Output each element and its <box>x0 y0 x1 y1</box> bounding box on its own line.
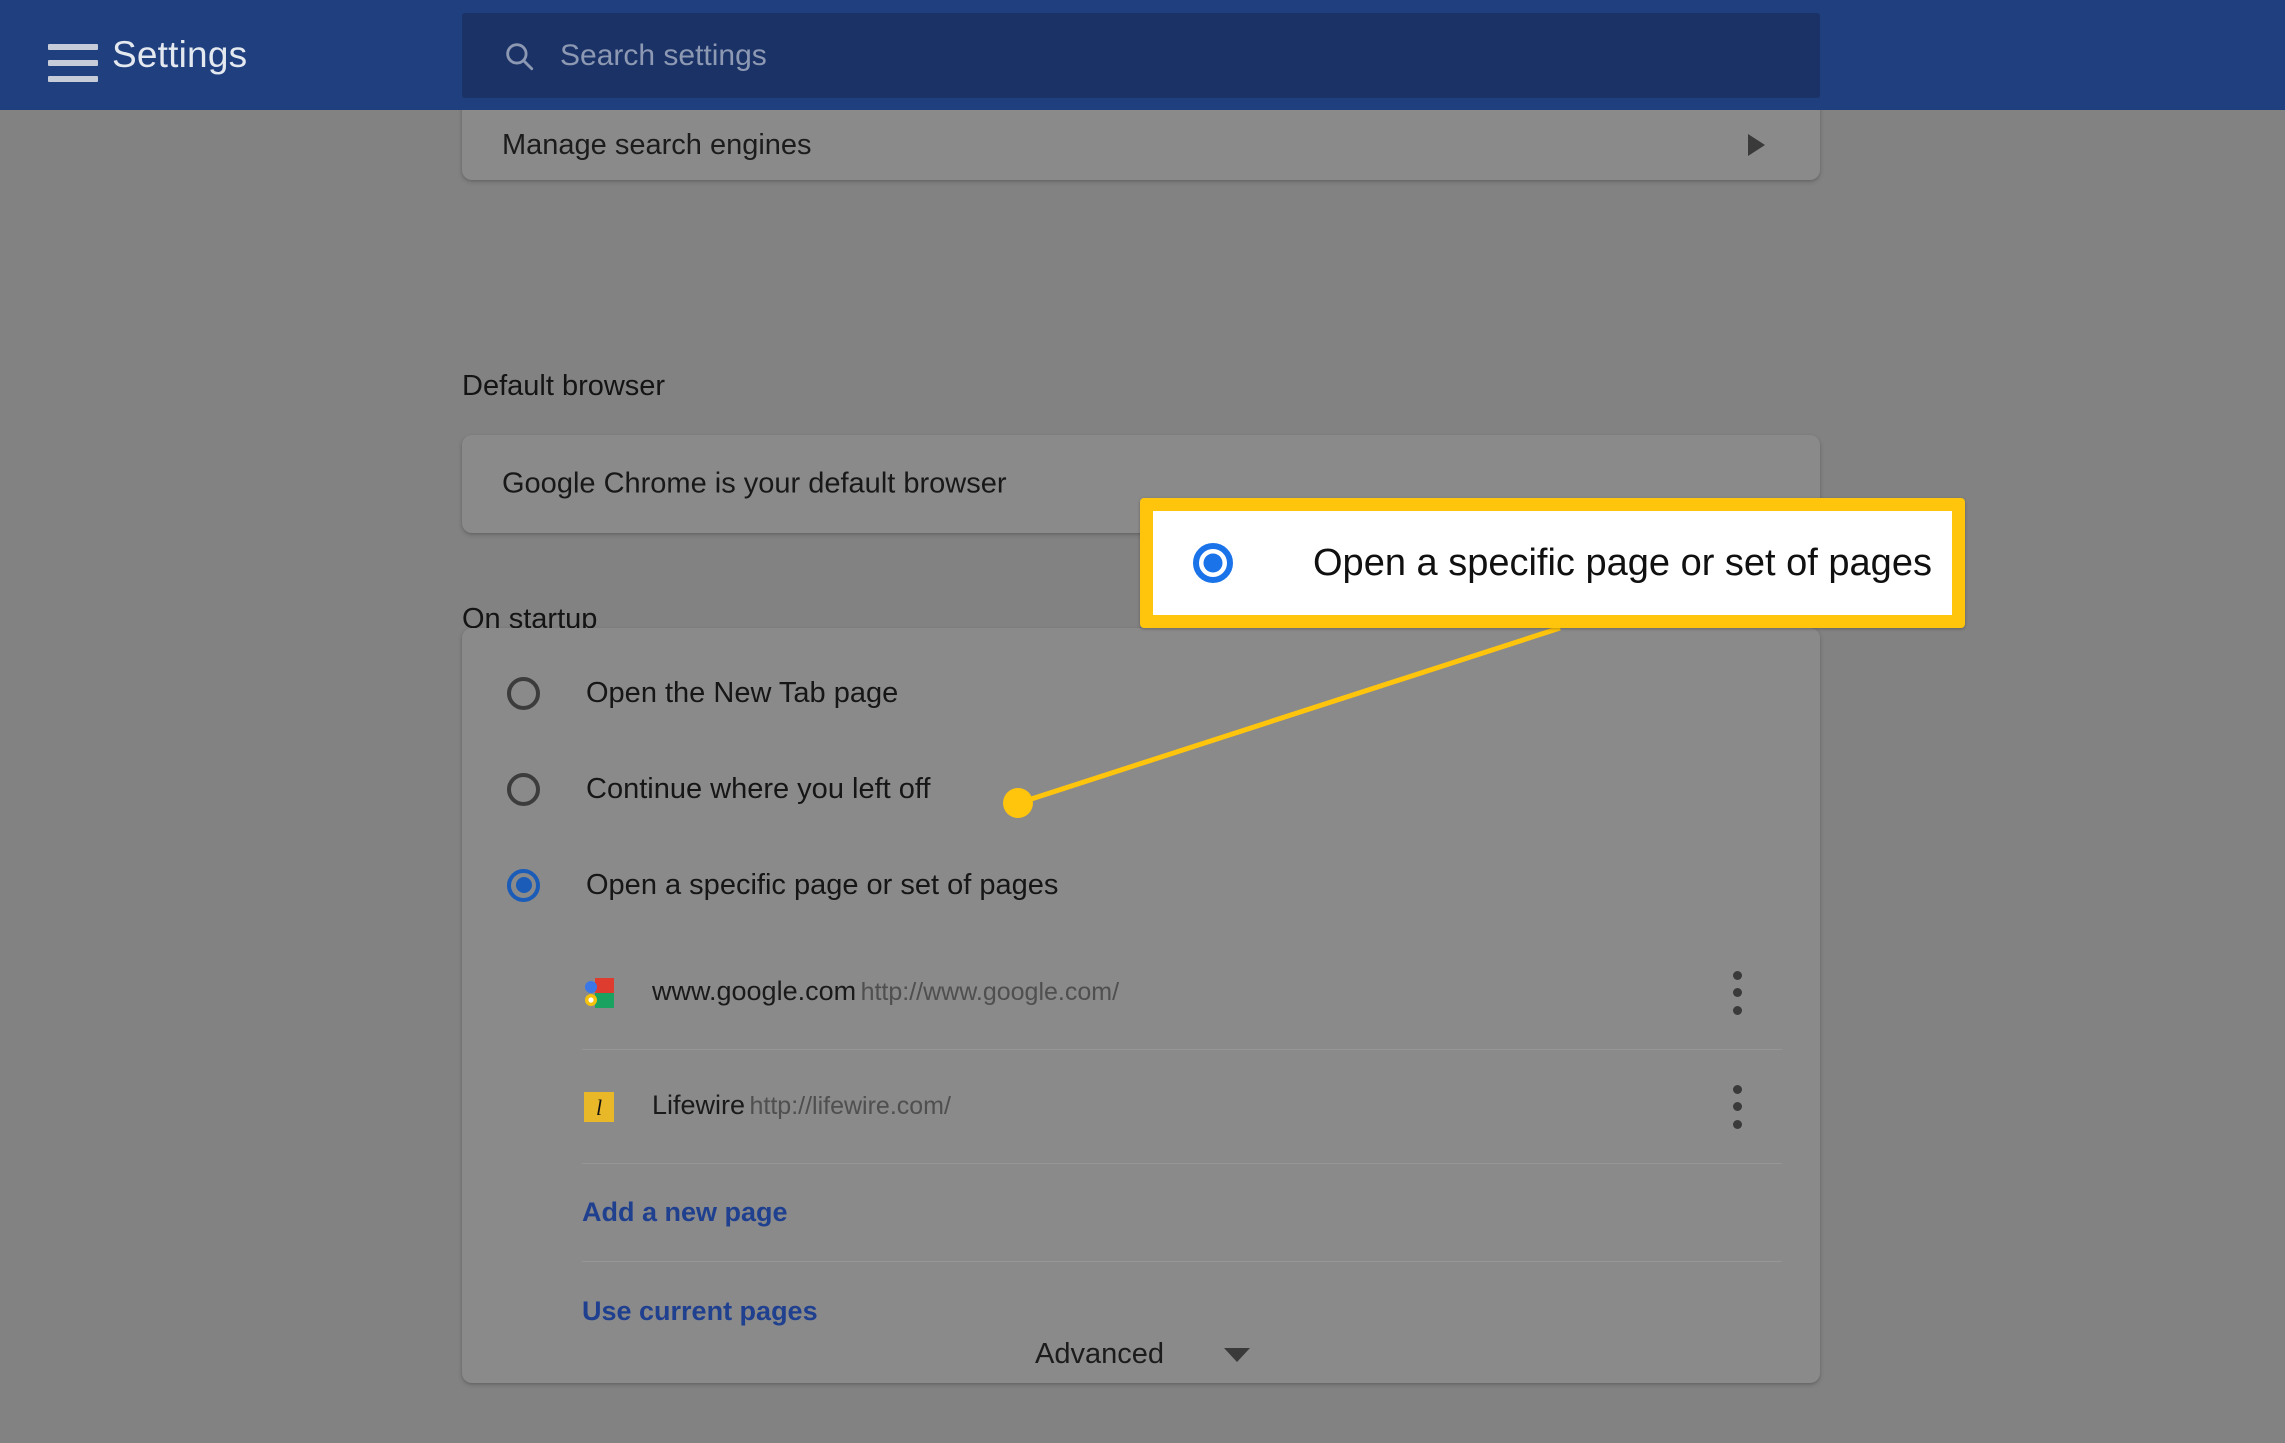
search-input[interactable]: Search settings <box>462 13 1820 98</box>
annotation-callout-inner: Open a specific page or set of pages <box>1153 511 1952 615</box>
manage-search-engines-row[interactable]: Manage search engines <box>462 110 1820 180</box>
list-item[interactable]: l Lifewire http://lifewire.com/ <box>582 1050 1782 1164</box>
list-item[interactable]: www.google.com http://www.google.com/ <box>582 936 1782 1050</box>
startup-option-continue[interactable]: Continue where you left off <box>462 754 1820 824</box>
list-item-texts: Lifewire http://lifewire.com/ <box>652 1089 951 1124</box>
kebab-dot <box>1732 1102 1742 1111</box>
kebab-dot <box>1732 1119 1742 1129</box>
kebab-dot <box>1732 988 1742 997</box>
svg-text:l: l <box>596 1095 602 1120</box>
startup-option-new-tab[interactable]: Open the New Tab page <box>462 658 1820 728</box>
page-url-text: http://lifewire.com/ <box>749 1092 951 1121</box>
default-browser-heading: Default browser <box>462 370 666 402</box>
page-title-text: www.google.com <box>652 976 857 1007</box>
radio-selected-icon <box>1193 543 1233 583</box>
search-placeholder: Search settings <box>560 38 767 72</box>
radio-unselected-icon[interactable] <box>507 676 540 710</box>
list-item-texts: www.google.com http://www.google.com/ <box>652 975 1119 1010</box>
app-header: Settings Search settings <box>0 0 2285 110</box>
settings-content: Manage search engines Default browser Go… <box>0 110 2285 1443</box>
startup-option-label: Open a specific page or set of pages <box>586 868 1059 901</box>
startup-page-list: www.google.com http://www.google.com/ l <box>582 936 1782 1360</box>
startup-option-label: Open the New Tab page <box>586 676 899 709</box>
page-title-text: Lifewire <box>652 1090 746 1121</box>
hamburger-line <box>48 44 98 50</box>
search-icon <box>502 39 536 73</box>
chevron-down-icon <box>1224 1347 1250 1362</box>
kebab-dot <box>1732 1084 1742 1094</box>
add-a-new-page-button[interactable]: Add a new page <box>582 1164 1782 1262</box>
annotation-callout: Open a specific page or set of pages <box>1140 498 1965 628</box>
page-title: Settings <box>112 34 248 75</box>
startup-option-specific-page[interactable]: Open a specific page or set of pages <box>462 850 1820 920</box>
lifewire-favicon: l <box>582 1090 616 1124</box>
on-startup-card: Open the New Tab page Continue where you… <box>462 628 1820 1383</box>
more-vertical-icon[interactable] <box>1720 970 1754 1015</box>
default-browser-status: Google Chrome is your default browser <box>502 467 1007 500</box>
google-favicon <box>582 976 616 1010</box>
kebab-dot <box>1732 1005 1742 1015</box>
startup-option-label: Continue where you left off <box>586 772 931 805</box>
kebab-dot <box>1732 970 1742 980</box>
annotation-callout-text: Open a specific page or set of pages <box>1313 541 1932 584</box>
hamburger-line <box>48 60 98 66</box>
chevron-right-icon <box>1748 134 1765 156</box>
advanced-toggle[interactable]: Advanced <box>0 1338 2285 1371</box>
use-current-pages-label: Use current pages <box>582 1295 818 1326</box>
hamburger-icon[interactable] <box>48 44 98 82</box>
add-a-new-page-label: Add a new page <box>582 1197 788 1227</box>
advanced-label: Advanced <box>1035 1338 1164 1370</box>
hamburger-line <box>48 76 98 82</box>
manage-search-engines-label: Manage search engines <box>502 128 812 161</box>
manage-search-engines-card: Manage search engines <box>462 110 1820 180</box>
page-url-text: http://www.google.com/ <box>860 978 1120 1007</box>
settings-screen: Settings Search settings Manage search e… <box>0 0 2285 1443</box>
more-vertical-icon[interactable] <box>1720 1084 1754 1129</box>
radio-selected-icon[interactable] <box>507 868 540 902</box>
radio-unselected-icon[interactable] <box>507 772 540 806</box>
